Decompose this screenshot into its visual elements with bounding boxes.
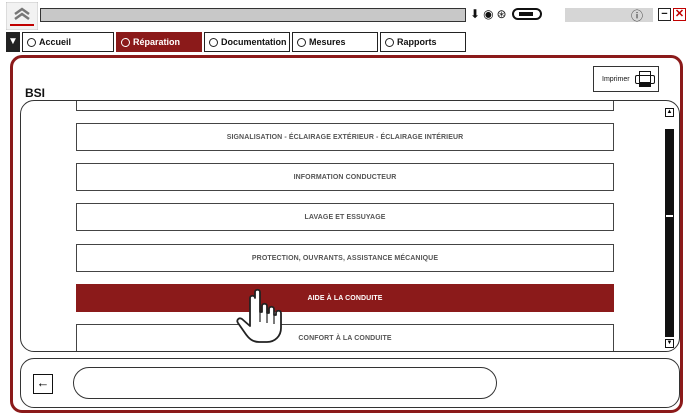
tab-reparation[interactable]: Réparation [116,32,202,52]
tab-label: Documentation [221,37,287,47]
hand-pointer-icon [236,288,282,343]
scroll-down-button[interactable]: ▼ [665,339,674,348]
printer-icon [634,71,655,87]
list-item[interactable]: INFORMATION CONDUCTEUR [76,163,614,191]
radio-icon [297,37,306,47]
scrollbar[interactable] [665,129,674,337]
radio-icon [385,37,394,47]
chevron-down-icon[interactable]: ▼ [6,32,20,52]
list-item[interactable]: PROTECTION, OUVRANTS, ASSISTANCE MÉCANIQ… [76,244,614,272]
user-icon[interactable]: ◉ [483,6,493,22]
panel-title: BSI [25,86,46,100]
top-bar: ⬇ ◉ ⊛ ⓘ − ✕ [0,0,688,30]
status-icons: ⬇ ◉ ⊛ [470,6,542,22]
tab-label: Rapports [397,37,437,47]
list-item[interactable]: CONFORT À LA CONDUITE [76,324,614,351]
info-icon[interactable]: ⓘ [631,7,643,24]
menu-list: SIGNALISATION - ÉCLAIRAGE EXTÉRIEUR - ÉC… [20,100,680,352]
tab-documentation[interactable]: Documentation [204,32,290,52]
radio-icon [209,37,218,47]
radio-icon [121,37,130,47]
tab-rapports[interactable]: Rapports [380,32,466,52]
tab-label: Réparation [133,37,181,47]
list-item-selected[interactable]: AIDE À LA CONDUITE [76,284,614,312]
back-button[interactable]: ← [33,374,53,394]
print-button[interactable]: Imprimer [593,66,659,92]
path-field [73,367,497,399]
bottom-bar: ← [20,358,680,408]
tab-label: Mesures [309,37,346,47]
minimize-button[interactable]: − [658,8,671,21]
tab-accueil[interactable]: Accueil [22,32,114,52]
citroen-logo [6,2,38,30]
status-field: ⓘ [565,7,653,24]
tab-mesures[interactable]: Mesures [292,32,378,52]
title-field [40,8,466,22]
radio-icon [27,37,36,47]
arrow-left-icon: ← [36,375,50,390]
download-icon[interactable]: ⬇ [470,6,480,22]
scrollbar-thumb[interactable] [666,215,673,217]
print-label: Imprimer [602,75,630,83]
main-tabs: ▼ Accueil Réparation Documentation Mesur… [6,32,468,54]
list-item[interactable]: SIGNALISATION - ÉCLAIRAGE EXTÉRIEUR - ÉC… [76,123,614,151]
battery-icon [511,8,542,20]
tab-label: Accueil [39,37,72,47]
close-button[interactable]: ✕ [673,8,686,21]
list-item[interactable]: LAVAGE ET ESSUYAGE [76,203,614,231]
scroll-up-button[interactable]: ▲ [665,108,674,117]
settings-icon[interactable]: ⊛ [497,6,507,22]
list-item-partial[interactable] [76,101,614,111]
